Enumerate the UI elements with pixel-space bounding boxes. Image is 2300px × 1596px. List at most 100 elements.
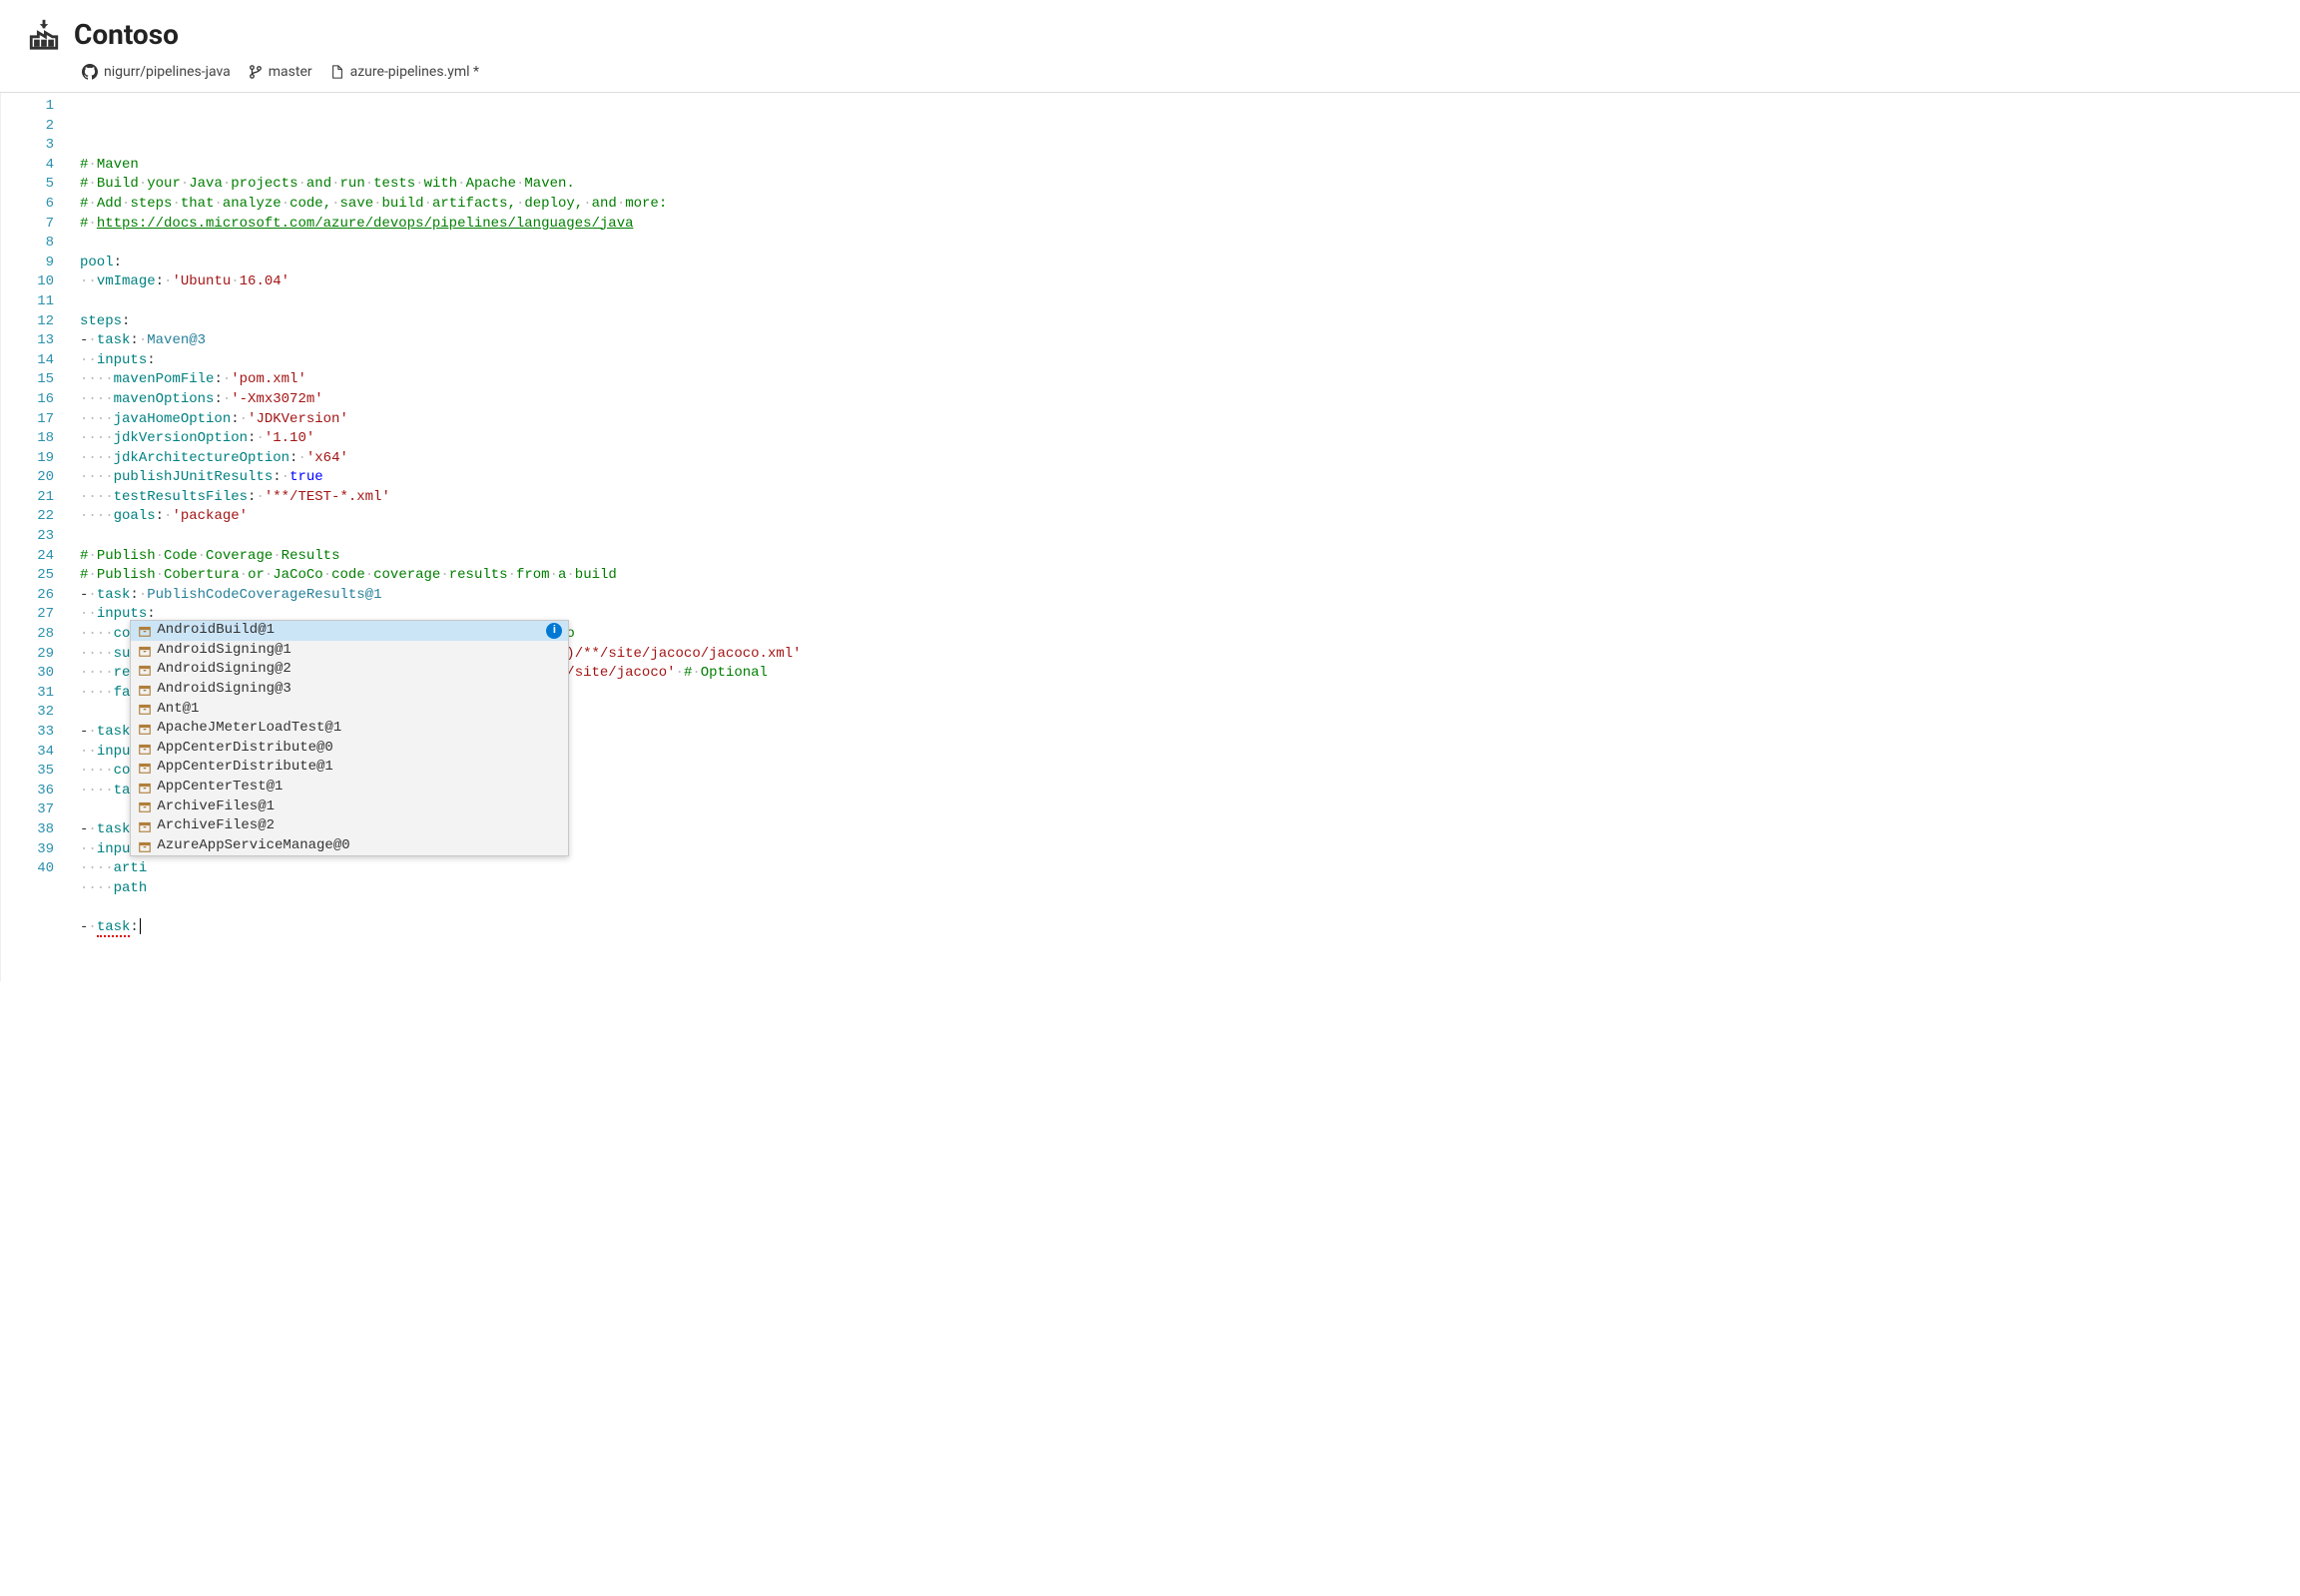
breadcrumb: nigurr/pipelines-java master azure-pipel… [0,60,2300,92]
line-number: 14 [5,351,54,371]
code-line[interactable]: ··vmImage:·'Ubuntu·16.04' [80,272,2300,292]
autocomplete-item[interactable]: AndroidSigning@1 [131,641,568,661]
code-line[interactable]: ····mavenOptions:·'-Xmx3072m' [80,390,2300,410]
package-icon [137,741,153,757]
line-number: 19 [5,449,54,469]
line-number: 21 [5,488,54,508]
branch-icon [249,65,263,79]
line-number: 32 [5,703,54,723]
code-line[interactable]: ····testResultsFiles:·'**/TEST-*.xml' [80,488,2300,508]
line-number: 38 [5,820,54,840]
code-line[interactable]: #·Build·your·Java·projects·and·run·tests… [80,175,2300,195]
code-line[interactable] [80,234,2300,254]
line-number: 6 [5,195,54,215]
code-line[interactable]: -·task:·Maven@3 [80,331,2300,351]
autocomplete-item[interactable]: AppCenterDistribute@1 [131,758,568,778]
code-line[interactable]: -·task: [80,918,2300,938]
package-icon [137,798,153,814]
autocomplete-item[interactable]: Ant@1 [131,700,568,720]
code-line[interactable]: ····jdkArchitectureOption:·'x64' [80,449,2300,469]
code-line[interactable]: ····path [80,879,2300,899]
code-editor[interactable]: 1234567891011121314151617181920212223242… [0,92,2300,981]
autocomplete-item-label: AppCenterDistribute@1 [157,758,332,778]
line-number: 25 [5,566,54,586]
autocomplete-popup[interactable]: AndroidBuild@1iAndroidSigning@1AndroidSi… [130,620,569,856]
line-number: 29 [5,645,54,665]
code-line[interactable]: ··inputs: [80,351,2300,371]
autocomplete-item[interactable]: AndroidSigning@3 [131,680,568,700]
line-number: 3 [5,136,54,156]
line-number: 33 [5,723,54,743]
code-line[interactable]: ····mavenPomFile:·'pom.xml' [80,370,2300,390]
line-number: 4 [5,156,54,176]
line-number: 23 [5,527,54,547]
code-line[interactable]: steps: [80,312,2300,332]
package-icon [137,701,153,717]
code-line[interactable]: #·Add·steps·that·analyze·code,·save·buil… [80,195,2300,215]
line-number: 1 [5,97,54,117]
breadcrumb-repo-label: nigurr/pipelines-java [104,64,231,80]
line-number: 7 [5,215,54,235]
package-icon [137,818,153,834]
code-line[interactable]: ····goals:·'package' [80,507,2300,527]
github-icon [82,64,98,80]
code-line[interactable]: ····publishJUnitResults:·true [80,468,2300,488]
line-number: 34 [5,743,54,763]
breadcrumb-file[interactable]: azure-pipelines.yml * [330,64,479,80]
autocomplete-item[interactable]: AzureAppServiceManage@0 [131,836,568,856]
code-line[interactable] [80,898,2300,918]
autocomplete-item[interactable]: ApacheJMeterLoadTest@1 [131,719,568,739]
code-line[interactable] [80,292,2300,312]
code-line[interactable]: #·Publish·Cobertura·or·JaCoCo·code·cover… [80,566,2300,586]
line-number: 10 [5,272,54,292]
package-icon [137,838,153,854]
autocomplete-item[interactable]: AndroidSigning@2 [131,660,568,680]
line-number: 16 [5,390,54,410]
autocomplete-item-label: AndroidSigning@3 [157,680,290,700]
code-line[interactable] [80,527,2300,547]
line-number: 5 [5,175,54,195]
code-line[interactable]: #·https://docs.microsoft.com/azure/devop… [80,215,2300,235]
breadcrumb-branch[interactable]: master [249,64,312,80]
code-area[interactable]: #·Maven#·Build·your·Java·projects·and·ru… [68,93,2300,981]
autocomplete-item-label: AppCenterTest@1 [157,778,283,798]
code-line[interactable]: -·task:·PublishCodeCoverageResults@1 [80,586,2300,606]
line-number: 27 [5,605,54,625]
line-number: 39 [5,840,54,860]
info-icon[interactable]: i [546,623,562,639]
autocomplete-item[interactable]: ArchiveFiles@2 [131,816,568,836]
code-line[interactable]: #·Publish·Code·Coverage·Results [80,547,2300,567]
factory-icon [26,16,62,52]
code-line[interactable]: pool: [80,254,2300,273]
code-line[interactable]: ····javaHomeOption:·'JDKVersion' [80,410,2300,430]
package-icon [137,682,153,698]
line-number: 40 [5,859,54,879]
line-number: 26 [5,586,54,606]
package-icon [137,721,153,737]
autocomplete-item-label: Ant@1 [157,700,199,720]
line-number: 30 [5,664,54,684]
autocomplete-item[interactable]: AndroidBuild@1 i [131,621,568,641]
line-number: 8 [5,234,54,254]
autocomplete-item-label: AzureAppServiceManage@0 [157,836,349,856]
code-line[interactable]: #·Maven [80,156,2300,176]
line-number: 15 [5,370,54,390]
autocomplete-item-label: ArchiveFiles@1 [157,798,275,817]
file-icon [330,65,344,79]
package-icon [137,760,153,776]
autocomplete-item[interactable]: ArchiveFiles@1 [131,798,568,817]
line-number: 11 [5,292,54,312]
autocomplete-item[interactable]: AppCenterTest@1 [131,778,568,798]
autocomplete-item-label: AndroidBuild@1 [157,621,275,641]
page-title: Contoso [74,18,179,51]
line-number: 31 [5,684,54,704]
line-number: 18 [5,429,54,449]
code-line[interactable]: ····arti [80,859,2300,879]
code-line[interactable]: ····jdkVersionOption:·'1.10' [80,429,2300,449]
package-icon [137,780,153,796]
breadcrumb-branch-label: master [269,64,312,80]
autocomplete-item[interactable]: AppCenterDistribute@0 [131,739,568,759]
line-number: 36 [5,782,54,801]
breadcrumb-repo[interactable]: nigurr/pipelines-java [82,64,231,80]
line-number: 12 [5,312,54,332]
